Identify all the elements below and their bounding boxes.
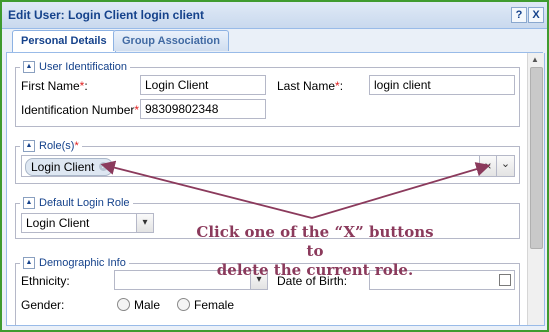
callout-line-2: delete the current role. [216,261,414,279]
callout-line-1: Click one of the “X” buttons to [196,223,434,260]
arrow-to-clear-x [311,162,491,219]
callout-text: Click one of the “X” buttons to delete t… [190,223,440,280]
callout-arrows [100,160,491,219]
arrow-to-chip-x [100,160,313,219]
